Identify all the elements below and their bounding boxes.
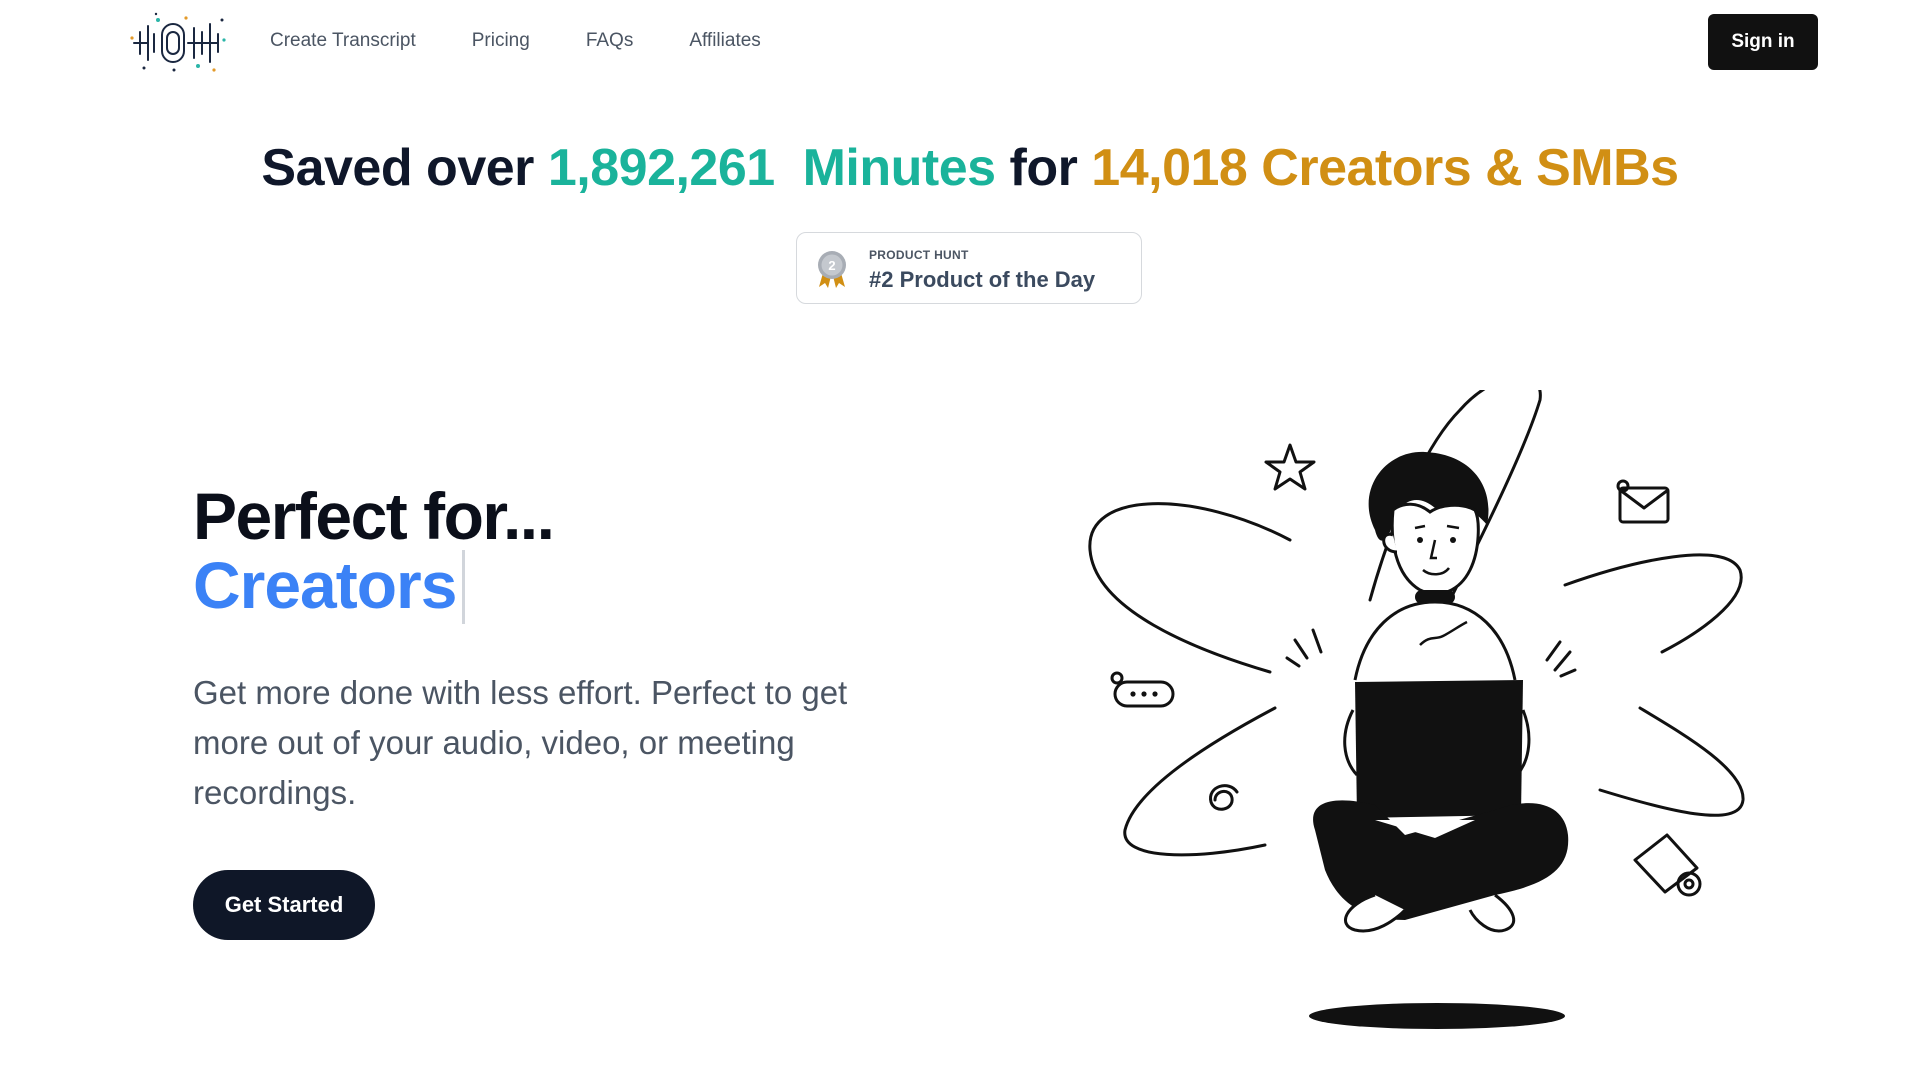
star-icon (1264, 443, 1316, 491)
stats-for-label: for (1009, 139, 1078, 197)
person-figure (1313, 451, 1569, 933)
person-with-laptop-illustration (1088, 390, 1745, 1029)
medal-number: 2 (828, 258, 835, 273)
main-nav: Create Transcript Pricing FAQs Affiliate… (270, 30, 761, 52)
hero-title: Perfect for... (193, 479, 555, 553)
hero-rotating-word-container: Creators (193, 548, 466, 624)
nav-affiliates[interactable]: Affiliates (689, 30, 760, 52)
stats-minutes-label: Minutes (802, 139, 996, 197)
mail-icon (1616, 479, 1670, 524)
badge-source: PRODUCT HUNT (869, 248, 969, 262)
get-started-button[interactable]: Get Started (193, 870, 375, 940)
product-hunt-badge[interactable]: 2 PRODUCT HUNT #2 Product of the Day (796, 232, 1142, 304)
stats-creators-label: Creators & SMBs (1261, 139, 1679, 197)
badge-title: #2 Product of the Day (869, 267, 1096, 292)
soundwave-logo-icon[interactable] (126, 10, 232, 76)
site-header: Create Transcript Pricing FAQs Affiliate… (0, 0, 1920, 86)
chat-bubble-icon (1110, 671, 1175, 708)
nav-create-transcript[interactable]: Create Transcript (270, 30, 416, 52)
hero-description: Get more done with less effort. Perfect … (193, 674, 848, 811)
medal-icon: 2 (818, 251, 846, 288)
floor-shadow (1309, 1003, 1565, 1029)
stats-prefix: Saved over (261, 139, 534, 197)
spiral-icon (1209, 784, 1239, 811)
hero-rotating-word: Creators (193, 548, 457, 622)
stats-headline: Saved over 1,892,261 Minutes for 14,018 … (0, 138, 1920, 198)
nav-faqs[interactable]: FAQs (586, 30, 634, 52)
stats-minutes-count: 1,892,261 (547, 139, 775, 197)
nav-pricing[interactable]: Pricing (472, 30, 530, 52)
stats-creators-count: 14,018 (1091, 139, 1248, 197)
email-at-icon (1633, 833, 1702, 897)
sign-in-button[interactable]: Sign in (1708, 14, 1818, 70)
typing-cursor (462, 550, 466, 624)
